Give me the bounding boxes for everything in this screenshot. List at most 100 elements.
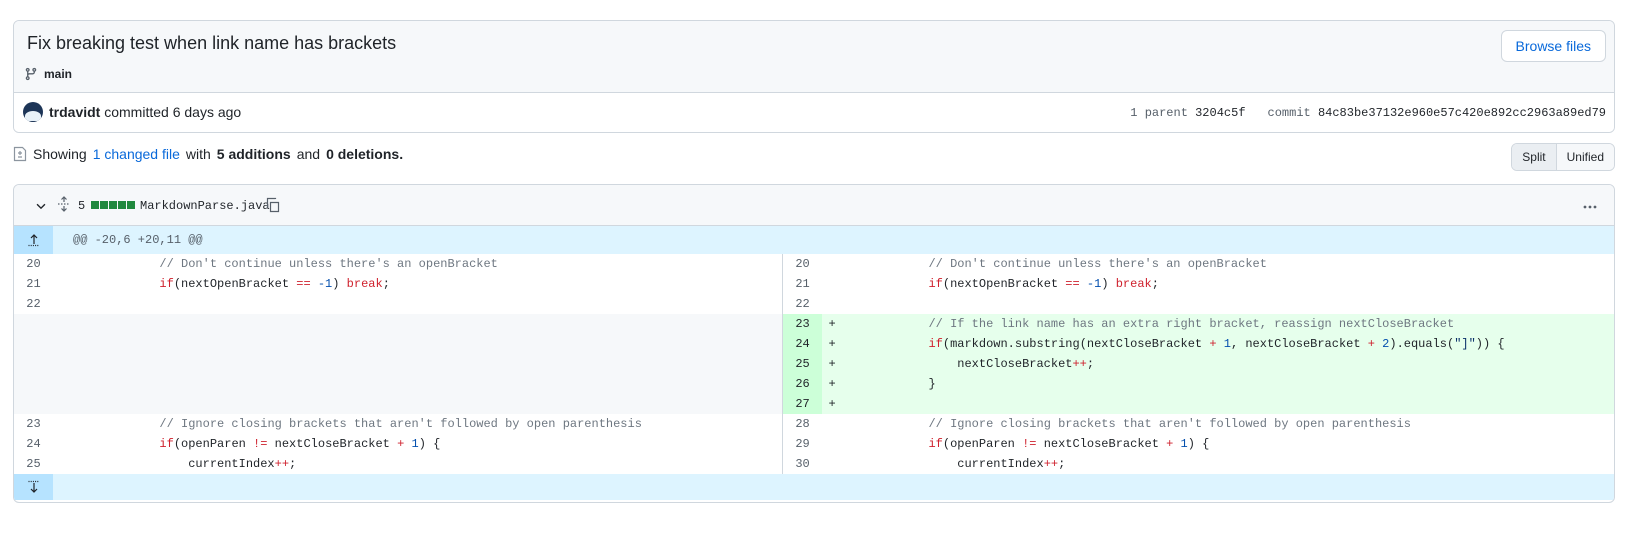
- expand-up-icon: [28, 234, 39, 247]
- code-line: // Ignore closing brackets that aren't f…: [928, 417, 1411, 431]
- unified-view-button[interactable]: Unified: [1556, 144, 1614, 170]
- commit-meta: 1 parent 3204c5f commit 84c83be37132e960…: [1130, 106, 1606, 120]
- committed-time: committed 6 days ago: [104, 104, 242, 120]
- file-header: 5 MarkdownParse.java: [14, 185, 1614, 226]
- split-view-button[interactable]: Split: [1512, 144, 1557, 170]
- diff-row-added: 23 + // If the link name has an extra rig…: [783, 314, 1614, 334]
- diff-row-empty: [14, 374, 783, 394]
- git-branch-icon: [25, 67, 37, 81]
- commit-title-bar: Fix breaking test when link name has bra…: [14, 21, 1614, 93]
- diffstat-block: [100, 201, 108, 209]
- add-marker: +: [828, 337, 836, 351]
- add-marker: +: [828, 357, 836, 371]
- commit-title: Fix breaking test when link name has bra…: [27, 33, 397, 53]
- line-number[interactable]: 22: [783, 294, 822, 314]
- file-name-link[interactable]: MarkdownParse.java: [140, 199, 270, 213]
- line-number[interactable]: 21: [783, 274, 822, 294]
- kebab-menu-icon[interactable]: [1582, 199, 1598, 215]
- file-diff: 5 MarkdownParse.java @@ -20,6 +20,11 @@ …: [13, 184, 1615, 503]
- diff-left: 20 // Don't continue unless there's an o…: [14, 254, 784, 474]
- expand-all-icon[interactable]: [57, 196, 71, 212]
- line-number[interactable]: 26: [783, 374, 823, 394]
- commit-meta-bar: trdavidt committed 6 days ago 1 parent 3…: [14, 93, 1614, 132]
- parent-sha-link[interactable]: 3204c5f: [1195, 106, 1245, 120]
- browse-files-button[interactable]: Browse files: [1500, 30, 1606, 62]
- author-link[interactable]: trdavidt: [49, 104, 100, 120]
- diff-right: 20 // Don't continue unless there's an o…: [783, 254, 1614, 474]
- commit-info: commit 84c83be37132e960e57c420e892cc2963…: [1268, 106, 1606, 120]
- diff-row: 20 // Don't continue unless there's an o…: [14, 254, 782, 274]
- line-number[interactable]: 25: [783, 354, 823, 374]
- hunk-header: @@ -20,6 +20,11 @@: [14, 226, 1614, 254]
- chevron-down-icon[interactable]: [34, 199, 48, 213]
- diffstat-block: [118, 201, 126, 209]
- line-number[interactable]: 22: [14, 294, 53, 314]
- diff-row: 23 // Ignore closing brackets that aren'…: [14, 414, 782, 434]
- diff-row: 20 // Don't continue unless there's an o…: [783, 254, 1614, 274]
- file-diff-icon: [13, 146, 27, 162]
- expand-down-button[interactable]: [14, 474, 53, 500]
- diff-row-added: 27 +: [783, 394, 1614, 414]
- code-line: // Ignore closing brackets that aren't f…: [159, 417, 642, 431]
- hunk-range: @@ -20,6 +20,11 @@: [73, 233, 203, 247]
- diff-row: 29 if(openParen != nextCloseBracket + 1)…: [783, 434, 1614, 454]
- diffstat-blocks: [91, 201, 135, 209]
- commit-author-line: trdavidt committed 6 days ago: [49, 104, 241, 120]
- commit-sha: 84c83be37132e960e57c420e892cc2963a89ed79: [1317, 106, 1606, 120]
- line-number[interactable]: 24: [783, 334, 823, 354]
- commit-label: commit: [1267, 106, 1311, 120]
- expand-up-button[interactable]: [14, 226, 53, 254]
- branch-label[interactable]: main: [24, 67, 72, 81]
- diff-row-added: 24 + if(markdown.substring(nextCloseBrack…: [783, 334, 1614, 354]
- diff-row-added: 25 + nextCloseBracket++;: [783, 354, 1614, 374]
- line-number[interactable]: 28: [783, 414, 822, 434]
- avatar[interactable]: [23, 102, 43, 122]
- additions-count: 5 additions: [216, 146, 291, 162]
- changed-files-link[interactable]: 1 changed file: [93, 146, 180, 162]
- diff-row: 30 currentIndex++;: [783, 454, 1614, 474]
- change-count: 5: [78, 199, 86, 213]
- code-line: nextCloseBracket++;: [957, 357, 1095, 371]
- code-line: if(nextOpenBracket == -1) break;: [159, 277, 390, 291]
- code-line: // Don't continue unless there's an open…: [159, 257, 498, 271]
- diff-row: 22: [783, 294, 1614, 314]
- line-number[interactable]: 29: [783, 434, 822, 454]
- code-line: }: [928, 377, 936, 391]
- expand-down-icon: [28, 480, 39, 493]
- diff-view-toggle: Split Unified: [1511, 143, 1615, 171]
- line-number[interactable]: 20: [14, 254, 53, 274]
- diff-row: 28 // Ignore closing brackets that aren'…: [783, 414, 1614, 434]
- line-number[interactable]: 20: [783, 254, 822, 274]
- line-number[interactable]: 24: [14, 434, 53, 454]
- summary-showing: Showing: [33, 146, 87, 162]
- code-line: if(nextOpenBracket == -1) break;: [928, 277, 1159, 291]
- code-line: if(openParen != nextCloseBracket + 1) {: [159, 437, 441, 451]
- parent-label: 1 parent: [1130, 106, 1188, 120]
- diff-row-empty: [14, 394, 783, 414]
- code-line: if(markdown.substring(nextCloseBracket +…: [928, 337, 1505, 351]
- diff-summary: Showing 1 changed file with 5 additions …: [13, 146, 403, 162]
- diff-row-empty: [14, 314, 783, 334]
- line-number[interactable]: 27: [783, 394, 823, 414]
- line-number[interactable]: 21: [14, 274, 53, 294]
- diff-row: 24 if(openParen != nextCloseBracket + 1)…: [14, 434, 782, 454]
- diff-row: 21 if(nextOpenBracket == -1) break;: [14, 274, 782, 294]
- code-line: // Don't continue unless there's an open…: [928, 257, 1267, 271]
- line-number[interactable]: 23: [14, 414, 53, 434]
- code-line: currentIndex++;: [957, 457, 1066, 471]
- diff-row-added: 26 + }: [783, 374, 1614, 394]
- hunk-footer: [14, 474, 1614, 500]
- line-number[interactable]: 25: [14, 454, 53, 474]
- copy-icon[interactable]: [265, 197, 281, 213]
- diffstat-block: [91, 201, 99, 209]
- parent-info: 1 parent 3204c5f: [1130, 106, 1245, 120]
- add-marker: +: [828, 377, 836, 391]
- code-line: // If the link name has an extra right b…: [928, 317, 1455, 331]
- branch-name: main: [44, 67, 73, 81]
- line-number[interactable]: 30: [783, 454, 822, 474]
- diff-row-empty: [14, 354, 783, 374]
- diff-row: 25 currentIndex++;: [14, 454, 782, 474]
- line-number[interactable]: 23: [783, 314, 823, 334]
